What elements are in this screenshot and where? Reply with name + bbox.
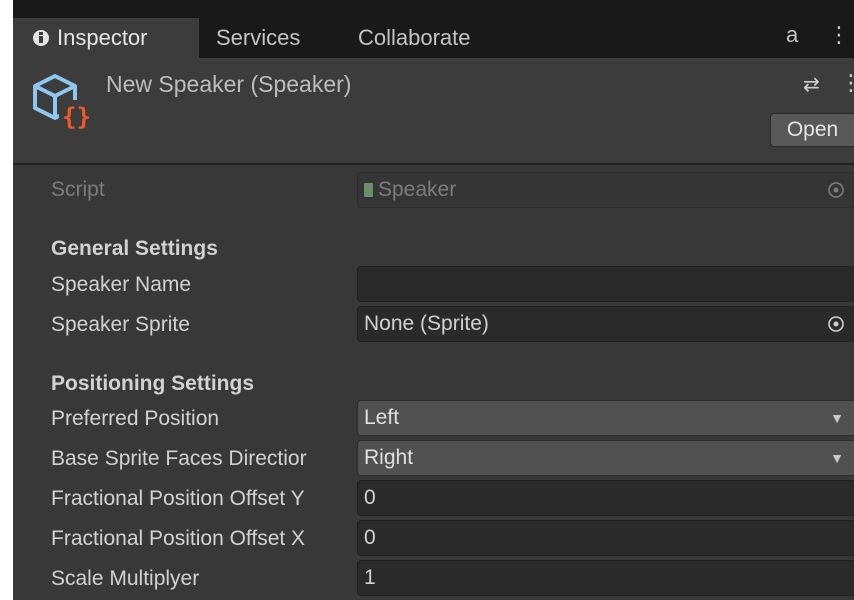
tab-collaborate-label: Collaborate: [358, 25, 471, 50]
inspector-window: Inspector Services Collaborate a ⋮ {} Ne…: [13, 0, 854, 600]
component-header: {} New Speaker (Speaker) ⇄ ⋮ Open: [13, 58, 854, 165]
tab-menu-icon[interactable]: ⋮: [828, 22, 850, 48]
scale-multiplier-value: 1: [364, 566, 376, 589]
base-sprite-direction-value: Right: [364, 446, 414, 469]
dropdown-arrow-icon: ▼: [830, 410, 844, 426]
scale-multiplier-input[interactable]: 1: [357, 560, 854, 596]
tab-bar: Inspector Services Collaborate a ⋮: [13, 18, 854, 58]
info-icon: [33, 30, 49, 46]
speaker-sprite-value: None (Sprite): [364, 312, 489, 335]
speaker-sprite-label: Speaker Sprite: [51, 313, 190, 336]
component-menu-icon[interactable]: ⋮: [840, 70, 854, 96]
script-file-icon: [364, 183, 373, 197]
speaker-sprite-field[interactable]: None (Sprite): [357, 306, 854, 342]
tab-inspector-label: Inspector: [57, 25, 148, 50]
window-top-strip: [13, 0, 854, 18]
offset-x-input[interactable]: 0: [357, 520, 854, 556]
script-value: Speaker: [378, 178, 457, 201]
general-settings-heading: General Settings: [51, 237, 218, 260]
speaker-name-input[interactable]: [357, 266, 854, 302]
object-picker-icon[interactable]: [826, 314, 846, 334]
open-button[interactable]: Open: [770, 113, 854, 147]
base-sprite-direction-dropdown[interactable]: Right ▼: [357, 440, 854, 476]
script-field[interactable]: Speaker: [357, 172, 854, 208]
scriptable-object-icon: {}: [33, 74, 91, 130]
preferred-position-label: Preferred Position: [51, 407, 220, 430]
lock-icon[interactable]: a: [786, 22, 798, 48]
scale-multiplier-label: Scale Multiplyer: [51, 567, 200, 590]
preset-settings-icon[interactable]: ⇄: [803, 72, 820, 97]
base-sprite-direction-label: Base Sprite Faces Directior: [51, 447, 307, 470]
speaker-name-label: Speaker Name: [51, 273, 192, 296]
tab-services-label: Services: [216, 25, 301, 50]
svg-text:{}: {}: [62, 103, 91, 130]
script-label: Script: [51, 178, 105, 201]
object-picker-icon[interactable]: [826, 180, 846, 200]
preferred-position-value: Left: [364, 406, 400, 429]
positioning-settings-heading: Positioning Settings: [51, 372, 254, 395]
offset-y-input[interactable]: 0: [357, 480, 854, 516]
offset-y-label: Fractional Position Offset Y: [51, 487, 305, 510]
offset-x-value: 0: [364, 526, 376, 549]
offset-y-value: 0: [364, 486, 376, 509]
tab-collaborate[interactable]: Collaborate: [358, 18, 471, 58]
tab-services[interactable]: Services: [216, 18, 300, 58]
preferred-position-dropdown[interactable]: Left ▼: [357, 400, 854, 436]
component-title: New Speaker (Speaker): [106, 71, 352, 97]
offset-x-label: Fractional Position Offset X: [51, 527, 306, 550]
dropdown-arrow-icon: ▼: [830, 450, 844, 466]
tab-inspector[interactable]: Inspector: [13, 18, 199, 58]
